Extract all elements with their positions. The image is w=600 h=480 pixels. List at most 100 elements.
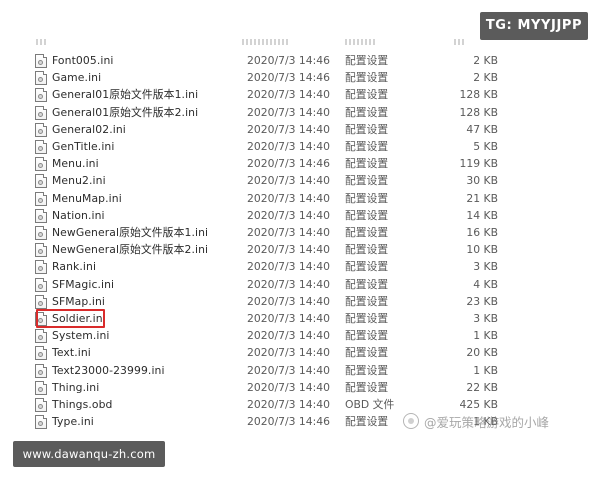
toutiao-watermark-text: @爱玩策略游戏的小峰 — [424, 414, 550, 430]
file-row[interactable]: MenuMap.ini 2020/7/3 14:40 配置设置 21 KB — [0, 190, 600, 207]
file-date-modified: 2020/7/3 14:40 — [247, 243, 331, 257]
toutiao-logo-icon — [403, 413, 419, 429]
file-name: SFMagic.ini — [52, 277, 115, 291]
file-row[interactable]: Text.ini 2020/7/3 14:40 配置设置 20 KB — [0, 344, 600, 361]
file-name: Rank.ini — [52, 260, 97, 274]
file-size: 2 KB — [473, 54, 498, 67]
config-file-icon — [35, 415, 47, 430]
file-date-modified: 2020/7/3 14:40 — [247, 380, 331, 394]
file-date-modified: 2020/7/3 14:46 — [247, 415, 331, 429]
file-size: 22 KB — [466, 380, 498, 394]
file-name: General01原始文件版本2.ini — [52, 105, 199, 119]
file-size: 47 KB — [466, 122, 498, 136]
config-file-icon — [35, 243, 47, 258]
file-size: 3 KB — [473, 312, 498, 325]
cropped-icon-fragment — [36, 39, 48, 45]
file-size: 4 KB — [473, 277, 498, 291]
config-file-icon — [35, 71, 47, 86]
config-file-icon — [35, 122, 47, 137]
file-date-modified: 2020/7/3 14:40 — [247, 260, 331, 274]
file-type: 配置设置 — [345, 54, 389, 67]
config-file-icon — [35, 277, 47, 292]
file-name: Type.ini — [52, 415, 94, 429]
file-date-modified: 2020/7/3 14:40 — [247, 329, 331, 343]
config-file-icon — [35, 140, 47, 154]
file-row[interactable]: Menu.ini 2020/7/3 14:46 配置设置 119 KB — [0, 155, 600, 172]
config-file-icon — [35, 363, 47, 378]
file-type: 配置设置 — [345, 363, 389, 377]
config-file-icon — [35, 260, 47, 275]
file-row[interactable]: General01原始文件版本2.ini 2020/7/3 14:40 配置设置 12… — [0, 104, 600, 121]
file-type: 配置设置 — [345, 105, 389, 119]
file-date-modified: 2020/7/3 14:46 — [247, 157, 331, 171]
file-row[interactable]: Rank.ini 2020/7/3 14:40 配置设置 3 KB — [0, 258, 600, 275]
file-name: Game.ini — [52, 71, 102, 85]
file-row[interactable]: NewGeneral原始文件版本1.ini 2020/7/3 14:40 配置设置 1… — [0, 224, 600, 241]
url-badge: www.dawanqu-zh.com — [13, 441, 165, 467]
file-type: 配置设置 — [345, 226, 389, 239]
file-date-modified: 2020/7/3 14:40 — [247, 174, 331, 188]
file-type: 配置设置 — [345, 191, 389, 205]
file-row[interactable]: Nation.ini 2020/7/3 14:40 配置设置 14 KB — [0, 207, 600, 224]
file-row[interactable]: General01原始文件版本1.ini 2020/7/3 14:40 配置设置 12… — [0, 86, 600, 103]
file-size: 1 KB — [473, 363, 498, 377]
config-file-icon — [35, 208, 47, 223]
file-date-modified: 2020/7/3 14:40 — [247, 208, 331, 222]
file-row[interactable]: NewGeneral原始文件版本2.ini 2020/7/3 14:40 配置设置 1… — [0, 241, 600, 258]
file-date-modified: 2020/7/3 14:40 — [247, 122, 331, 136]
file-size: 14 KB — [466, 208, 498, 222]
file-row[interactable]: Menu2.ini 2020/7/3 14:40 配置设置 30 KB — [0, 172, 600, 189]
file-name: General02.ini — [52, 122, 126, 136]
file-date-modified: 2020/7/3 14:40 — [247, 140, 331, 153]
file-size: 23 KB — [466, 294, 498, 308]
file-size: 3 KB — [473, 260, 498, 274]
file-size: 128 KB — [459, 88, 498, 102]
file-type: 配置设置 — [345, 294, 389, 308]
file-type: 配置设置 — [345, 157, 389, 171]
file-type: 配置设置 — [345, 380, 389, 394]
file-type: 配置设置 — [345, 260, 389, 274]
file-type: 配置设置 — [345, 208, 389, 222]
file-name: Things.obd — [52, 398, 113, 411]
file-date-modified: 2020/7/3 14:46 — [247, 54, 331, 67]
file-size: 2 KB — [473, 71, 498, 85]
config-file-icon — [35, 398, 47, 412]
file-date-modified: 2020/7/3 14:40 — [247, 277, 331, 291]
file-name: Text.ini — [52, 346, 91, 360]
file-size: 16 KB — [466, 226, 498, 239]
file-name: Nation.ini — [52, 208, 105, 222]
file-row[interactable]: Font005.ini 2020/7/3 14:46 配置设置 2 KB — [0, 52, 600, 69]
file-name: General01原始文件版本1.ini — [52, 88, 199, 102]
file-date-modified: 2020/7/3 14:40 — [247, 105, 331, 119]
cropped-size-fragment — [454, 39, 464, 45]
file-row[interactable]: SFMap.ini 2020/7/3 14:40 配置设置 23 KB — [0, 293, 600, 310]
file-row[interactable]: System.ini 2020/7/3 14:40 配置设置 1 KB — [0, 327, 600, 344]
file-date-modified: 2020/7/3 14:40 — [247, 191, 331, 205]
file-type: 配置设置 — [345, 415, 389, 429]
file-list: Font005.ini 2020/7/3 14:46 配置设置 2 KB Game.in… — [0, 0, 600, 480]
config-file-icon — [35, 346, 47, 361]
file-size: 128 KB — [459, 105, 498, 119]
config-file-icon — [35, 226, 47, 240]
file-row[interactable]: GenTitle.ini 2020/7/3 14:40 配置设置 5 KB — [0, 138, 600, 155]
file-size: 21 KB — [466, 191, 498, 205]
file-name: NewGeneral原始文件版本1.ini — [52, 226, 209, 239]
file-row[interactable]: Thing.ini 2020/7/3 14:40 配置设置 22 KB — [0, 379, 600, 396]
file-name: Thing.ini — [52, 380, 100, 394]
file-name: Font005.ini — [52, 54, 114, 67]
file-size: 10 KB — [466, 243, 498, 257]
tg-badge: TG: MYYJJPP — [480, 12, 588, 40]
file-type: 配置设置 — [345, 88, 389, 102]
file-name: SFMap.ini — [52, 294, 106, 308]
file-name: MenuMap.ini — [52, 191, 122, 205]
file-row[interactable]: Text23000-23999.ini 2020/7/3 14:40 配置设置 1 K… — [0, 362, 600, 379]
file-row[interactable]: SFMagic.ini 2020/7/3 14:40 配置设置 4 KB — [0, 276, 600, 293]
file-name: Text23000-23999.ini — [52, 363, 165, 377]
file-type: 配置设置 — [345, 174, 389, 188]
config-file-icon — [35, 329, 47, 344]
file-name: Menu2.ini — [52, 174, 106, 188]
file-row[interactable]: Game.ini 2020/7/3 14:46 配置设置 2 KB — [0, 69, 600, 86]
file-date-modified: 2020/7/3 14:46 — [247, 71, 331, 85]
file-date-modified: 2020/7/3 14:40 — [247, 346, 331, 360]
file-row[interactable]: General02.ini 2020/7/3 14:40 配置设置 47 KB — [0, 121, 600, 138]
